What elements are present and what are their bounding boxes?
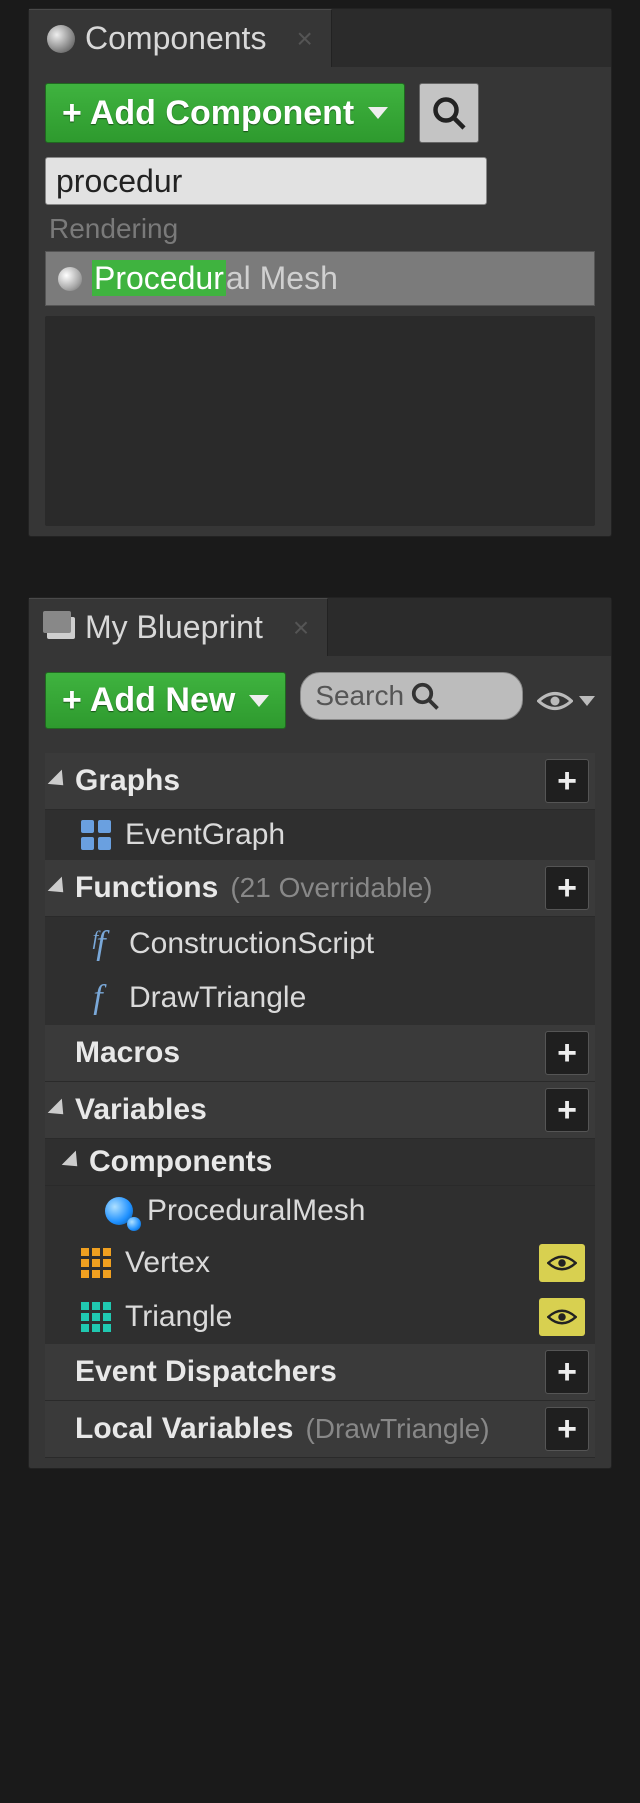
section-title: Event Dispatchers xyxy=(75,1355,337,1389)
empty-space xyxy=(45,316,595,526)
section-annotation: (21 Overridable) xyxy=(230,872,541,904)
search-category-label: Rendering xyxy=(45,205,595,251)
chevron-down-icon xyxy=(368,107,388,119)
my-blueprint-tab[interactable]: My Blueprint × xyxy=(29,598,328,656)
blueprint-tree: Graphs + EventGraph Functions (21 Overri… xyxy=(45,753,595,1458)
variable-visibility-toggle[interactable] xyxy=(539,1298,585,1336)
eye-icon xyxy=(537,690,573,712)
array-icon xyxy=(81,1302,111,1332)
search-icon xyxy=(431,95,467,131)
add-macro-button[interactable]: + xyxy=(545,1031,589,1075)
blueprint-tabbar: My Blueprint × xyxy=(29,598,611,656)
section-annotation: (DrawTriangle) xyxy=(305,1413,541,1445)
item-label: ConstructionScript xyxy=(129,927,374,961)
add-event-dispatcher-button[interactable]: + xyxy=(545,1350,589,1394)
add-function-button[interactable]: + xyxy=(545,866,589,910)
add-local-variable-button[interactable]: + xyxy=(545,1407,589,1451)
components-tabbar: Components × xyxy=(29,9,611,67)
result-highlight: Procedur xyxy=(92,260,226,296)
chevron-down-icon xyxy=(579,696,595,706)
item-proceduralmesh[interactable]: ProceduralMesh xyxy=(45,1186,595,1236)
add-variable-button[interactable]: + xyxy=(545,1088,589,1132)
close-icon[interactable]: × xyxy=(293,612,309,644)
item-label: DrawTriangle xyxy=(129,981,306,1015)
section-header-graphs[interactable]: Graphs + xyxy=(45,753,595,810)
section-title: Graphs xyxy=(75,764,180,798)
add-graph-button[interactable]: + xyxy=(545,759,589,803)
add-component-button[interactable]: + Add Component xyxy=(45,83,405,143)
item-label: ProceduralMesh xyxy=(147,1194,365,1228)
blueprint-tab-icon xyxy=(47,617,75,639)
item-constructionscript[interactable]: ᶠf ConstructionScript xyxy=(45,917,595,971)
function-icon: f xyxy=(81,979,115,1017)
search-icon xyxy=(410,681,440,711)
component-search-input[interactable] xyxy=(45,157,487,205)
search-placeholder: Search xyxy=(315,680,404,712)
eye-icon xyxy=(547,1253,577,1273)
expand-arrow-icon xyxy=(62,1151,85,1174)
item-label: Vertex xyxy=(125,1246,210,1280)
item-vertex[interactable]: Vertex xyxy=(45,1236,595,1290)
subsection-header-components[interactable]: Components xyxy=(45,1139,595,1186)
components-tab[interactable]: Components × xyxy=(29,9,332,67)
add-component-label: Add Component xyxy=(90,94,354,133)
array-icon xyxy=(81,1248,111,1278)
item-label: Triangle xyxy=(125,1300,232,1334)
plus-icon: + xyxy=(62,94,82,133)
function-override-icon: ᶠf xyxy=(81,925,115,963)
mesh-icon xyxy=(58,267,82,291)
add-new-label: Add New xyxy=(90,681,235,720)
section-header-event-dispatchers[interactable]: Event Dispatchers + xyxy=(45,1344,595,1401)
variable-visibility-toggle[interactable] xyxy=(539,1244,585,1282)
expand-arrow-icon xyxy=(48,770,71,793)
item-label: EventGraph xyxy=(125,818,285,852)
components-panel: Components × + Add Component Rend xyxy=(28,8,612,537)
section-header-functions[interactable]: Functions (21 Overridable) + xyxy=(45,860,595,917)
eye-icon xyxy=(547,1307,577,1327)
blueprint-search-input[interactable]: Search xyxy=(300,672,523,720)
result-remainder: al Mesh xyxy=(226,260,338,296)
add-new-button[interactable]: + Add New xyxy=(45,672,286,729)
components-tab-title: Components xyxy=(85,20,266,57)
section-title: Variables xyxy=(75,1093,207,1127)
expand-arrow-icon xyxy=(48,1099,71,1122)
my-blueprint-panel: My Blueprint × + Add New Search xyxy=(28,597,612,1469)
components-tab-icon xyxy=(47,25,75,53)
chevron-down-icon xyxy=(249,695,269,707)
section-title: Macros xyxy=(75,1036,180,1070)
plus-icon: + xyxy=(62,681,82,720)
subsection-title: Components xyxy=(89,1145,272,1179)
item-drawtriangle[interactable]: f DrawTriangle xyxy=(45,971,595,1025)
visibility-filter-button[interactable] xyxy=(537,672,595,729)
component-mesh-icon xyxy=(105,1197,133,1225)
expand-arrow-icon xyxy=(48,877,71,900)
section-header-variables[interactable]: Variables + xyxy=(45,1082,595,1139)
section-title: Functions xyxy=(75,871,218,905)
close-icon[interactable]: × xyxy=(296,23,312,55)
blueprint-tab-title: My Blueprint xyxy=(85,609,263,646)
section-title: Local Variables xyxy=(75,1412,293,1446)
graph-icon xyxy=(81,820,111,850)
section-header-macros[interactable]: Macros + xyxy=(45,1025,595,1082)
item-triangle[interactable]: Triangle xyxy=(45,1290,595,1344)
search-toggle-button[interactable] xyxy=(419,83,479,143)
item-eventgraph[interactable]: EventGraph xyxy=(45,810,595,860)
section-header-local-variables[interactable]: Local Variables (DrawTriangle) + xyxy=(45,1401,595,1458)
search-result-procedural-mesh[interactable]: Procedural Mesh xyxy=(45,251,595,306)
